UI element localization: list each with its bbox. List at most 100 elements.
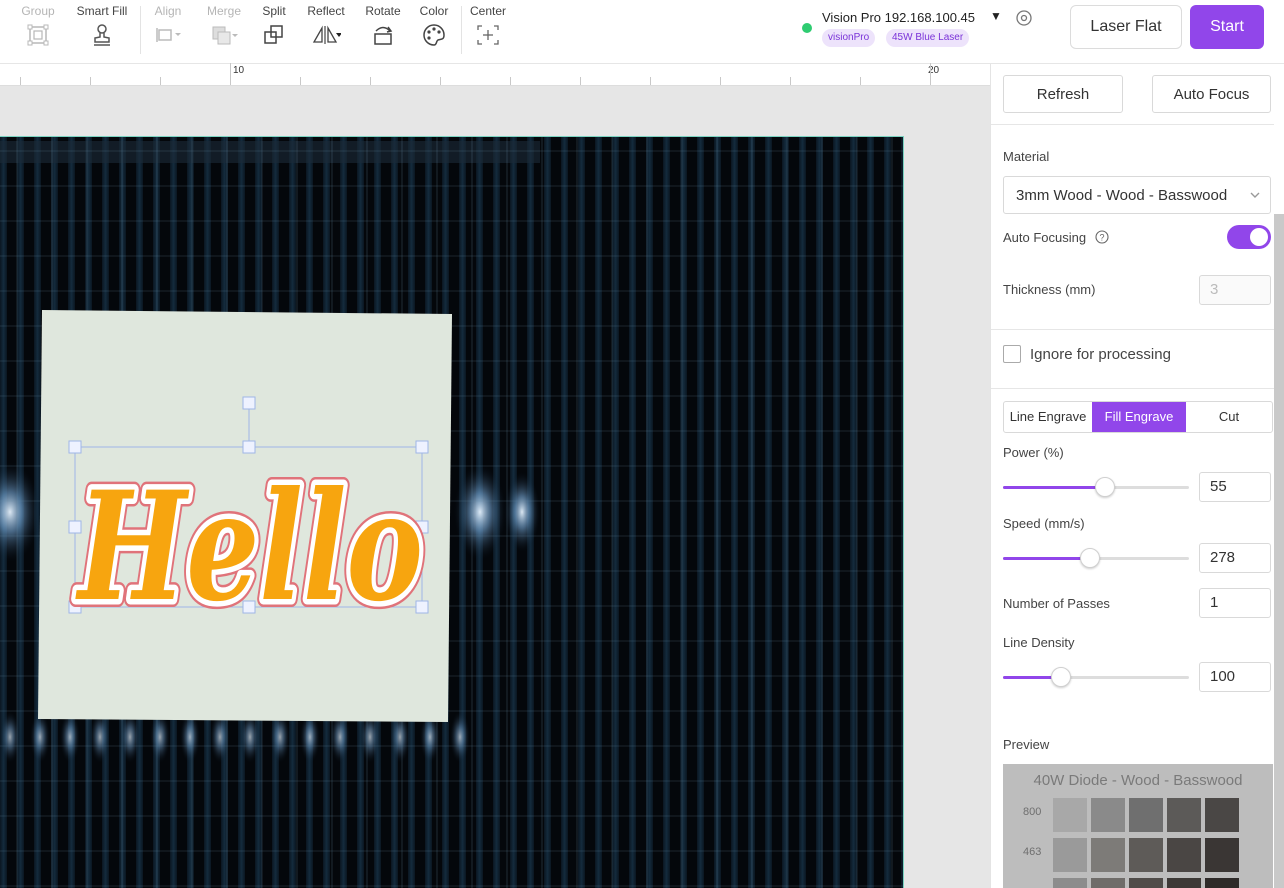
split-icon: [264, 25, 283, 44]
preview-swatch: [1129, 838, 1163, 872]
auto-focusing-toggle[interactable]: [1227, 225, 1271, 249]
power-label: Power (%): [1003, 445, 1064, 460]
ruler-tick: [790, 77, 791, 85]
thickness-label: Thickness (mm): [1003, 282, 1096, 297]
line-density-slider[interactable]: [1003, 667, 1189, 687]
preview-swatch: [1205, 798, 1239, 832]
device-model-badge: visionPro: [822, 29, 876, 47]
material-select-value: 3mm Wood - Wood - Basswood: [1016, 187, 1228, 204]
palette-icon: [423, 24, 445, 46]
toolbar: Group Smart Fill Align Merge Split Refle…: [0, 0, 1284, 64]
ruler-tick: [230, 63, 231, 85]
line-density-input[interactable]: 100: [1199, 662, 1271, 692]
tool-reflect-label: Reflect: [307, 4, 345, 18]
tab-line-engrave[interactable]: Line Engrave: [1004, 402, 1092, 432]
tool-color[interactable]: Color: [414, 0, 454, 60]
ruler-tick: [510, 77, 511, 85]
ruler-tick: [720, 77, 721, 85]
device-name: Vision Pro 192.168.100.45: [822, 10, 975, 25]
preview-swatch: [1053, 798, 1087, 832]
material-select[interactable]: 3mm Wood - Wood - Basswood: [1003, 176, 1271, 214]
hello-text[interactable]: Hello: [75, 459, 423, 635]
toggle-knob: [1250, 228, 1268, 246]
preview-swatch: [1129, 798, 1163, 832]
tool-group[interactable]: Group: [18, 0, 58, 60]
ruler-tick: [860, 77, 861, 85]
settings-icon[interactable]: [1014, 8, 1034, 28]
divider: [991, 329, 1275, 330]
ignore-processing-label: Ignore for processing: [1030, 346, 1171, 363]
slider-fill: [1003, 486, 1106, 489]
ruler-tick: [650, 77, 651, 85]
ruler-tick: [300, 77, 301, 85]
tool-merge[interactable]: Merge: [202, 0, 246, 60]
rotate-icon: [374, 26, 393, 45]
power-input[interactable]: 55: [1199, 472, 1271, 502]
tool-rotate-label: Rotate: [365, 4, 401, 18]
ruler-tick: [440, 77, 441, 85]
auto-focus-button[interactable]: Auto Focus: [1152, 75, 1271, 113]
speed-input[interactable]: 278: [1199, 543, 1271, 573]
preview-swatch: [1167, 878, 1201, 888]
preview-swatch: [1167, 838, 1201, 872]
group-icon: [27, 24, 49, 46]
speed-label: Speed (mm/s): [1003, 516, 1085, 531]
tool-group-label: Group: [21, 4, 55, 18]
tool-merge-label: Merge: [206, 4, 241, 18]
tool-center[interactable]: Center: [466, 0, 510, 60]
laser-flat-button[interactable]: Laser Flat: [1070, 5, 1182, 49]
help-icon[interactable]: ?: [1095, 230, 1109, 244]
divider: [991, 388, 1275, 389]
horizontal-ruler: 10 20: [0, 63, 990, 86]
ruler-tick: [20, 77, 21, 85]
ruler-tick: [370, 77, 371, 85]
tool-align[interactable]: Align: [148, 0, 188, 60]
preview-title: 40W Diode - Wood - Basswood: [1033, 772, 1243, 789]
ruler-label: 10: [233, 65, 245, 76]
preview-swatch: [1205, 838, 1239, 872]
power-slider[interactable]: [1003, 477, 1189, 497]
tool-split-label: Split: [262, 4, 286, 18]
preview-swatch: [1053, 878, 1087, 888]
preview-row-label: 463: [1023, 846, 1042, 858]
tool-split[interactable]: Split: [252, 0, 296, 60]
reflect-icon: [312, 25, 341, 44]
align-icon: [156, 28, 181, 42]
slider-thumb[interactable]: [1095, 477, 1116, 497]
slider-thumb[interactable]: [1050, 667, 1071, 687]
tool-rotate[interactable]: Rotate: [360, 0, 406, 60]
tool-center-label: Center: [469, 4, 507, 18]
refresh-button[interactable]: Refresh: [1003, 75, 1123, 113]
connection-status-dot: [802, 23, 812, 33]
ignore-processing-checkbox[interactable]: [1003, 345, 1021, 363]
thickness-input[interactable]: 3: [1199, 275, 1271, 305]
speed-slider[interactable]: [1003, 548, 1189, 568]
passes-input[interactable]: 1: [1199, 588, 1271, 618]
tab-cut[interactable]: Cut: [1186, 402, 1272, 432]
ruler-tick: [580, 77, 581, 85]
merge-icon: [212, 26, 238, 45]
preview-swatch: [1091, 798, 1125, 832]
line-density-label: Line Density: [1003, 635, 1075, 650]
auto-focusing-label: Auto Focusing: [1003, 230, 1087, 245]
passes-label: Number of Passes: [1003, 596, 1110, 611]
ruler-tick: [160, 77, 161, 85]
tool-reflect[interactable]: Reflect: [300, 0, 352, 60]
preview-label: Preview: [1003, 737, 1050, 752]
app-window: Group Smart Fill Align Merge Split Refle…: [0, 0, 1284, 888]
preview-row-label: 800: [1023, 806, 1042, 818]
center-icon: [477, 25, 499, 45]
start-button[interactable]: Start: [1190, 5, 1264, 49]
ruler-tick: [90, 77, 91, 85]
preview-swatch: [1091, 878, 1125, 888]
tool-smart-fill[interactable]: Smart Fill: [72, 0, 132, 60]
preview-swatch: [1053, 838, 1087, 872]
settings-panel: Refresh Auto Focus Material 3mm Wood - W…: [990, 64, 1275, 888]
camera-preview[interactable]: Hello Hello Hello: [0, 136, 904, 888]
device-selector[interactable]: Vision Pro 192.168.100.45 ▼ visionPro 45…: [802, 8, 1040, 52]
tab-fill-engrave[interactable]: Fill Engrave: [1092, 402, 1186, 432]
slider-thumb[interactable]: [1080, 548, 1101, 568]
preview-swatch: [1129, 878, 1163, 888]
chevron-down-icon: [1250, 192, 1260, 198]
process-mode-tabs: Line Engrave Fill Engrave Cut: [1003, 401, 1273, 433]
